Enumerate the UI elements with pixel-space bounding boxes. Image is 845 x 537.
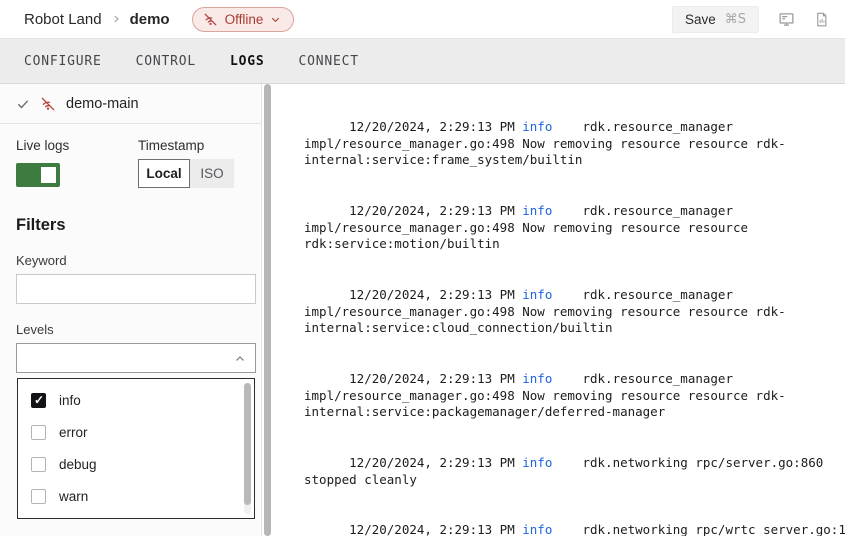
- levels-select[interactable]: [16, 343, 256, 373]
- breadcrumb: Robot Land demo: [24, 11, 170, 28]
- wifi-off-icon: [40, 96, 56, 112]
- breadcrumb-machine-name: demo: [130, 11, 170, 28]
- level-checkbox[interactable]: [31, 425, 46, 440]
- tab-bar: CONFIGURE CONTROL LOGS CONNECT: [0, 38, 845, 84]
- chevron-down-icon: [270, 14, 281, 25]
- log-timestamp: 12/20/2024, 2:29:13 PM: [349, 455, 522, 470]
- level-option-info[interactable]: info: [18, 384, 254, 416]
- log-panel: 12/20/2024, 2:29:13 PM info rdk.resource…: [262, 84, 845, 536]
- chevron-up-icon: [234, 353, 246, 365]
- level-checkbox[interactable]: [31, 489, 46, 504]
- log-level: info: [522, 371, 552, 386]
- level-checkbox[interactable]: [31, 457, 46, 472]
- timestamp-label: Timestamp: [138, 138, 234, 153]
- level-option-warn[interactable]: warn: [18, 480, 254, 512]
- level-label: error: [59, 425, 88, 440]
- filters-title: Filters: [16, 216, 245, 235]
- log-timestamp: 12/20/2024, 2:29:13 PM: [349, 522, 522, 536]
- dropdown-scrollbar-thumb[interactable]: [244, 383, 251, 505]
- level-label: debug: [59, 457, 97, 472]
- dropdown-scrollbar-track: [244, 383, 251, 514]
- log-level: info: [522, 455, 552, 470]
- level-option-fatal[interactable]: fatal: [18, 512, 254, 519]
- monitor-icon[interactable]: [778, 11, 795, 28]
- content: demo-main Live logs Timestamp Local ISO …: [0, 84, 845, 536]
- tab-connect[interactable]: CONNECT: [299, 54, 359, 69]
- live-logs-label: Live logs: [16, 138, 138, 153]
- save-shortcut: ⌘S: [725, 12, 746, 27]
- status-label: Offline: [225, 12, 264, 27]
- log-level: info: [522, 287, 552, 302]
- log-entry: 12/20/2024, 2:29:13 PM info rdk.networki…: [304, 505, 845, 536]
- logs-file-icon[interactable]: [814, 11, 829, 28]
- log-scrollbar-thumb[interactable]: [264, 84, 271, 536]
- tab-logs[interactable]: LOGS: [230, 54, 265, 69]
- level-label: info: [59, 393, 81, 408]
- level-option-debug[interactable]: debug: [18, 448, 254, 480]
- log-timestamp: 12/20/2024, 2:29:13 PM: [349, 287, 522, 302]
- log-entry: 12/20/2024, 2:29:13 PM info rdk.networki…: [304, 438, 845, 505]
- chevron-right-icon: [111, 14, 121, 24]
- log-level: info: [522, 522, 552, 536]
- log-entry: 12/20/2024, 2:29:13 PM info rdk.resource…: [304, 354, 845, 438]
- breadcrumb-org-link[interactable]: Robot Land: [24, 11, 102, 28]
- log-list: 12/20/2024, 2:29:13 PM info rdk.resource…: [262, 84, 845, 536]
- log-timestamp: 12/20/2024, 2:29:13 PM: [349, 371, 522, 386]
- log-level: info: [522, 203, 552, 218]
- level-label: warn: [59, 489, 88, 504]
- levels-dropdown: info error debug warn fatal: [17, 378, 255, 519]
- levels-label: Levels: [16, 322, 245, 337]
- save-label: Save: [685, 12, 716, 27]
- check-icon: [16, 97, 30, 111]
- log-timestamp: 12/20/2024, 2:29:13 PM: [349, 203, 522, 218]
- part-name: demo-main: [66, 96, 139, 112]
- keyword-input[interactable]: [16, 274, 256, 304]
- timestamp-local-button[interactable]: Local: [138, 159, 190, 188]
- save-button[interactable]: Save ⌘S: [672, 6, 759, 33]
- timestamp-iso-button[interactable]: ISO: [190, 159, 234, 188]
- log-controls: Live logs Timestamp Local ISO: [16, 138, 245, 188]
- wifi-off-icon: [203, 12, 218, 27]
- log-level: info: [522, 119, 552, 134]
- timestamp-format-switch: Local ISO: [138, 159, 234, 188]
- keyword-label: Keyword: [16, 253, 245, 268]
- top-header: Robot Land demo Offline Save ⌘S: [0, 0, 845, 38]
- part-selector-demo-main[interactable]: demo-main: [0, 84, 261, 124]
- tab-control[interactable]: CONTROL: [136, 54, 196, 69]
- machine-status-dropdown[interactable]: Offline: [192, 7, 295, 32]
- toggle-knob: [41, 167, 56, 183]
- level-checkbox[interactable]: [31, 393, 46, 408]
- levels-list: info error debug warn fatal: [18, 384, 254, 519]
- log-timestamp: 12/20/2024, 2:29:13 PM: [349, 119, 522, 134]
- log-entry: 12/20/2024, 2:29:13 PM info rdk.resource…: [304, 186, 845, 270]
- tab-configure[interactable]: CONFIGURE: [24, 54, 102, 69]
- log-entry: 12/20/2024, 2:29:13 PM info rdk.resource…: [304, 270, 845, 354]
- sidebar: demo-main Live logs Timestamp Local ISO …: [0, 84, 262, 536]
- level-option-error[interactable]: error: [18, 416, 254, 448]
- live-logs-toggle[interactable]: [16, 163, 60, 187]
- log-entry: 12/20/2024, 2:29:13 PM info rdk.resource…: [304, 102, 845, 186]
